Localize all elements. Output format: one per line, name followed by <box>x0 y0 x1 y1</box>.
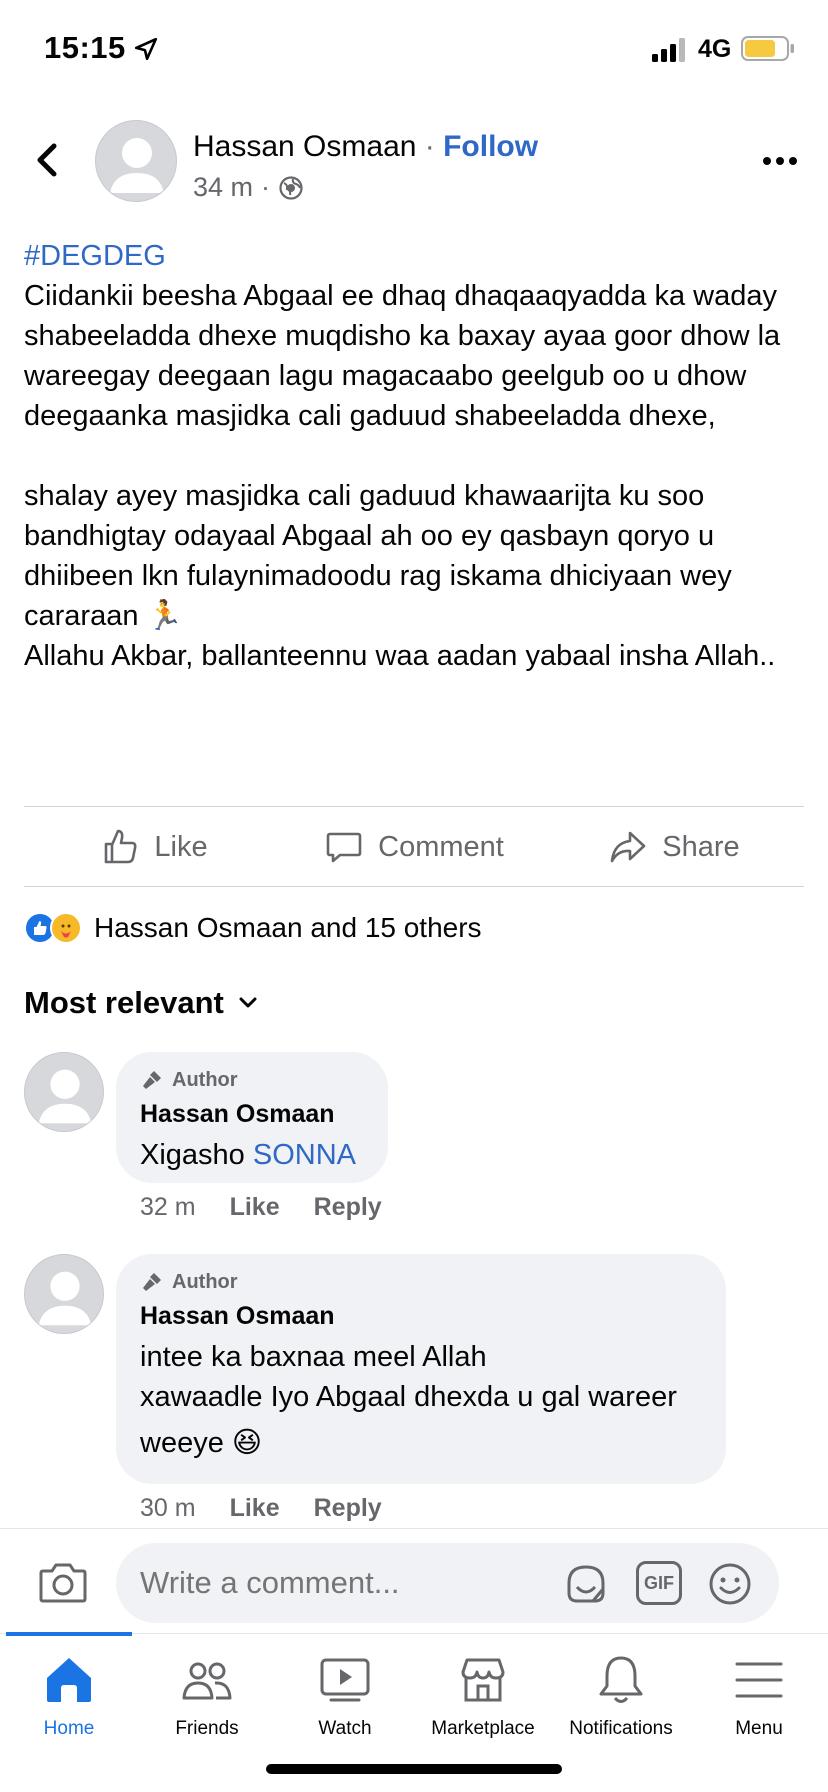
home-icon <box>47 1658 91 1702</box>
menu-icon <box>735 1662 783 1698</box>
comment-text: Xigasho SONNA <box>140 1135 364 1175</box>
tab-notifications[interactable]: Notifications <box>552 1652 690 1740</box>
globe-icon <box>279 175 303 200</box>
microphone-icon <box>143 1273 161 1291</box>
post-paragraph-2: shalay ayey masjidka cali gaduud khawaar… <box>24 480 732 632</box>
tab-label: Notifications <box>569 1718 673 1739</box>
battery-icon <box>741 36 794 61</box>
tab-friends[interactable]: Friends <box>138 1652 276 1740</box>
reactions-text: Hassan Osmaan and 15 others <box>94 912 482 943</box>
friends-icon <box>182 1662 232 1700</box>
comment-like-button[interactable]: Like <box>230 1193 280 1222</box>
back-arrow-icon[interactable] <box>30 140 66 180</box>
follow-button[interactable]: Follow <box>443 130 538 163</box>
tab-label: Watch <box>318 1718 372 1739</box>
comment-label: Comment <box>378 830 504 863</box>
author-badge-label: Author <box>172 1068 238 1091</box>
commenter-avatar[interactable] <box>24 1052 104 1132</box>
commenter-name[interactable]: Hassan Osmaan <box>140 1302 702 1331</box>
author-name-line: Hassan Osmaan · Follow <box>193 130 538 164</box>
tab-label: Home <box>43 1718 95 1739</box>
divider <box>24 886 804 887</box>
network-type: 4G <box>698 35 732 63</box>
tab-marketplace[interactable]: Marketplace <box>414 1652 552 1740</box>
post-paragraph-3: Allahu Akbar, ballanteennu waa aadan yab… <box>24 640 776 672</box>
share-arrow-icon <box>610 831 646 863</box>
care-reaction-icon <box>50 912 82 944</box>
comment-reply-button[interactable]: Reply <box>314 1193 382 1222</box>
post-paragraph-1: Ciidankii beesha Abgaal ee dhaq dhaqaaqy… <box>24 280 781 432</box>
author-badge: Author <box>140 1068 364 1092</box>
comment-bubble[interactable]: Author Hassan Osmaan Xigasho SONNA <box>116 1052 388 1183</box>
reactions-summary[interactable]: Hassan Osmaan and 15 others <box>24 912 482 944</box>
default-avatar-icon <box>38 1271 92 1326</box>
comment-meta: 30 m Like Reply <box>140 1494 382 1523</box>
tab-label: Menu <box>735 1718 783 1739</box>
commenter-avatar[interactable] <box>24 1254 104 1334</box>
default-avatar-icon <box>110 138 164 193</box>
separator: · <box>416 130 444 163</box>
sort-label: Most relevant <box>24 985 224 1020</box>
author-avatar[interactable] <box>95 120 177 202</box>
post-action-bar: Like Comment Share <box>24 807 804 887</box>
tab-label: Marketplace <box>431 1718 535 1739</box>
comment-text: intee ka baxnaa meel Allah xawaadle Iyo … <box>140 1337 702 1463</box>
comment-line: intee ka baxnaa meel Allah <box>140 1341 487 1373</box>
comment-like-button[interactable]: Like <box>230 1494 280 1523</box>
bell-icon <box>599 1656 643 1703</box>
comment-icon <box>326 832 362 863</box>
comment-line: xawaadle Iyo Abgaal dhexda u gal wareer <box>140 1381 677 1413</box>
author-name[interactable]: Hassan Osmaan <box>193 130 416 163</box>
home-indicator <box>266 1764 562 1774</box>
tab-menu[interactable]: Menu <box>690 1652 828 1740</box>
watch-icon <box>320 1658 370 1702</box>
comment-reply-button[interactable]: Reply <box>314 1494 382 1523</box>
comment-meta: 32 m Like Reply <box>140 1193 382 1222</box>
signal-icon <box>652 38 685 62</box>
tab-home[interactable]: Home <box>0 1652 138 1740</box>
marketplace-icon <box>461 1658 505 1702</box>
commenter-name[interactable]: Hassan Osmaan <box>140 1100 364 1129</box>
microphone-icon <box>143 1071 161 1089</box>
post-body: #DEGDEG Ciidankii beesha Abgaal ee dhaq … <box>24 236 804 676</box>
mention-link[interactable]: SONNA <box>253 1139 356 1171</box>
tab-watch[interactable]: Watch <box>276 1652 414 1740</box>
sort-dropdown[interactable]: Most relevant <box>24 985 260 1021</box>
post-time[interactable]: 34 m <box>193 172 253 203</box>
share-label: Share <box>662 830 740 863</box>
chevron-down-icon <box>239 997 257 1008</box>
post-meta: 34 m · <box>193 172 304 203</box>
more-options-icon[interactable] <box>760 146 800 176</box>
comment-bubble[interactable]: Author Hassan Osmaan intee ka baxnaa mee… <box>116 1254 726 1484</box>
gif-button[interactable]: GIF <box>636 1561 682 1605</box>
status-time: 15:15 <box>44 30 126 65</box>
status-bar: 15:15 4G <box>0 0 828 100</box>
location-arrow-icon <box>134 37 158 61</box>
tab-label: Friends <box>175 1718 239 1739</box>
hashtag-link[interactable]: #DEGDEG <box>24 236 804 276</box>
comment-line: weeye 😆 <box>140 1427 263 1459</box>
emoji-icon[interactable] <box>707 1561 753 1607</box>
gif-label: GIF <box>644 1572 674 1593</box>
like-button[interactable]: Like <box>24 807 284 887</box>
camera-icon[interactable] <box>38 1557 88 1607</box>
default-avatar-icon <box>38 1069 92 1124</box>
meta-dot: · <box>261 172 271 202</box>
active-tab-indicator <box>6 1632 132 1636</box>
comment-time: 30 m <box>140 1494 196 1522</box>
share-button[interactable]: Share <box>544 807 804 887</box>
comment-button[interactable]: Comment <box>284 807 544 887</box>
comment-text-prefix: Xigasho <box>140 1139 253 1171</box>
comment-time: 32 m <box>140 1193 196 1221</box>
author-badge: Author <box>140 1270 702 1294</box>
thumbs-up-icon <box>105 829 137 864</box>
like-label: Like <box>154 830 208 863</box>
author-badge-label: Author <box>172 1270 238 1293</box>
comment-composer: GIF <box>0 1528 828 1633</box>
avatar-sticker-icon[interactable] <box>563 1561 609 1607</box>
